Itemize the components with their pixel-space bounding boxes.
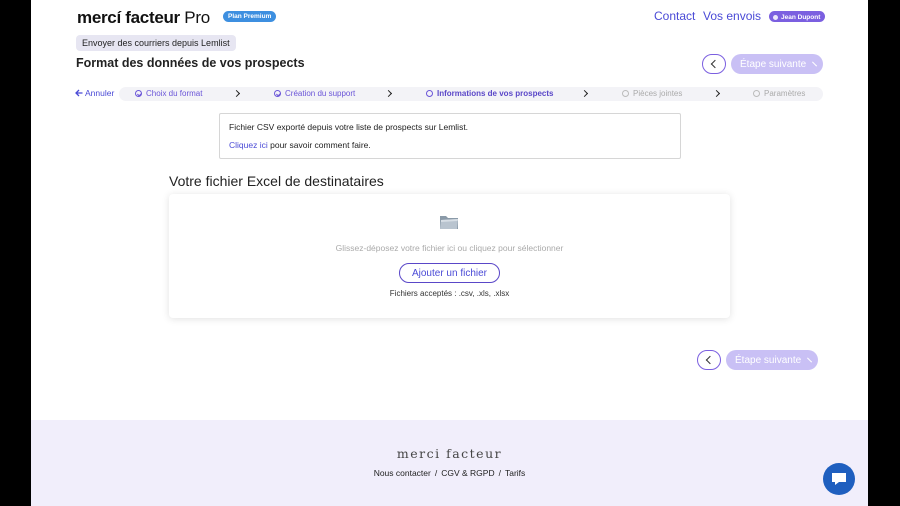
step-label: Paramètres	[764, 89, 806, 98]
check-circle-icon	[135, 90, 142, 97]
chat-bubble-icon	[832, 473, 846, 485]
cancel-link[interactable]: Annuler	[75, 88, 114, 98]
footer-separator: /	[434, 468, 438, 478]
drop-hint: Glissez-déposez votre fichier ici ou cli…	[335, 243, 564, 253]
file-dropzone[interactable]: Glissez-déposez votre fichier ici ou cli…	[169, 194, 730, 318]
chevron-left-icon	[710, 59, 720, 69]
step-parametres[interactable]: Paramètres	[753, 89, 805, 98]
logo-suffix-text: Pro	[179, 8, 210, 27]
step-label: Choix du format	[146, 89, 203, 98]
logo[interactable]: mercí facteur Pro	[77, 8, 210, 28]
context-tag: Envoyer des courriers depuis Lemlist	[76, 35, 236, 51]
circle-icon	[426, 90, 433, 97]
chat-button[interactable]	[823, 463, 855, 495]
folder-icon	[440, 216, 458, 229]
info-line-2-text: pour savoir comment faire.	[267, 140, 371, 150]
info-line-1: Fichier CSV exporté depuis votre liste d…	[229, 122, 469, 132]
logo-main-text: mercí facteur	[77, 8, 180, 27]
accepted-formats: Fichiers acceptés : .csv, .xls, .xlsx	[389, 289, 510, 298]
user-icon	[773, 14, 778, 20]
step-pieces-jointes[interactable]: Pièces jointes	[622, 89, 682, 98]
next-step-button-top[interactable]: Étape suivante	[731, 54, 823, 74]
add-file-button[interactable]: Ajouter un fichier	[399, 263, 500, 283]
step-label: Informations de vos prospects	[437, 89, 554, 98]
chevron-right-icon	[807, 357, 813, 363]
check-circle-icon	[274, 90, 281, 97]
section-title: Votre fichier Excel de destinataires	[169, 173, 384, 189]
page: mercí facteur Pro Plan Premium Contact V…	[31, 0, 868, 506]
nav-vos-envois-link[interactable]: Vos envois	[703, 9, 761, 23]
step-informations-prospects[interactable]: Informations de vos prospects	[426, 89, 553, 98]
footer: merci facteur Nous contacter / CGV & RGPD /…	[31, 420, 868, 506]
footer-link-contact[interactable]: Nous contacter	[374, 468, 431, 478]
user-menu[interactable]: Jean Dupont	[769, 11, 826, 22]
step-label: Pièces jointes	[633, 89, 683, 98]
footer-link-cgv[interactable]: CGV & RGPD	[441, 468, 494, 478]
step-label: Création du support	[285, 89, 356, 98]
step-choix-du-format[interactable]: Choix du format	[135, 89, 202, 98]
footer-links: Nous contacter / CGV & RGPD / Tarifs	[31, 468, 868, 478]
footer-logo: merci facteur	[396, 446, 503, 461]
back-button-bottom[interactable]	[697, 350, 721, 370]
plan-badge: Plan Premium	[223, 11, 277, 22]
cancel-label: Annuler	[85, 88, 115, 98]
page-title: Format des données de vos prospects	[76, 56, 305, 70]
arrow-left-icon	[75, 89, 83, 97]
footer-separator: /	[498, 468, 501, 478]
circle-icon	[622, 90, 629, 97]
info-line-2: Cliquez ici pour savoir comment faire.	[229, 140, 671, 150]
next-step-label: Étape suivante	[735, 354, 802, 366]
footer-link-tarifs[interactable]: Tarifs	[505, 468, 525, 478]
chevron-left-icon	[705, 355, 715, 365]
user-name: Jean Dupont	[781, 13, 821, 21]
circle-icon	[753, 90, 760, 97]
nav-contact-link[interactable]: Contact	[654, 9, 695, 23]
chevron-right-icon	[812, 61, 818, 67]
back-button-top[interactable]	[702, 54, 726, 74]
next-step-button-bottom[interactable]: Étape suivante	[726, 350, 818, 370]
info-box: Fichier CSV exporté depuis votre liste d…	[219, 113, 681, 159]
step-creation-du-support[interactable]: Création du support	[274, 89, 355, 98]
next-step-label: Étape suivante	[740, 58, 807, 70]
help-link[interactable]: Cliquez ici	[229, 140, 268, 150]
